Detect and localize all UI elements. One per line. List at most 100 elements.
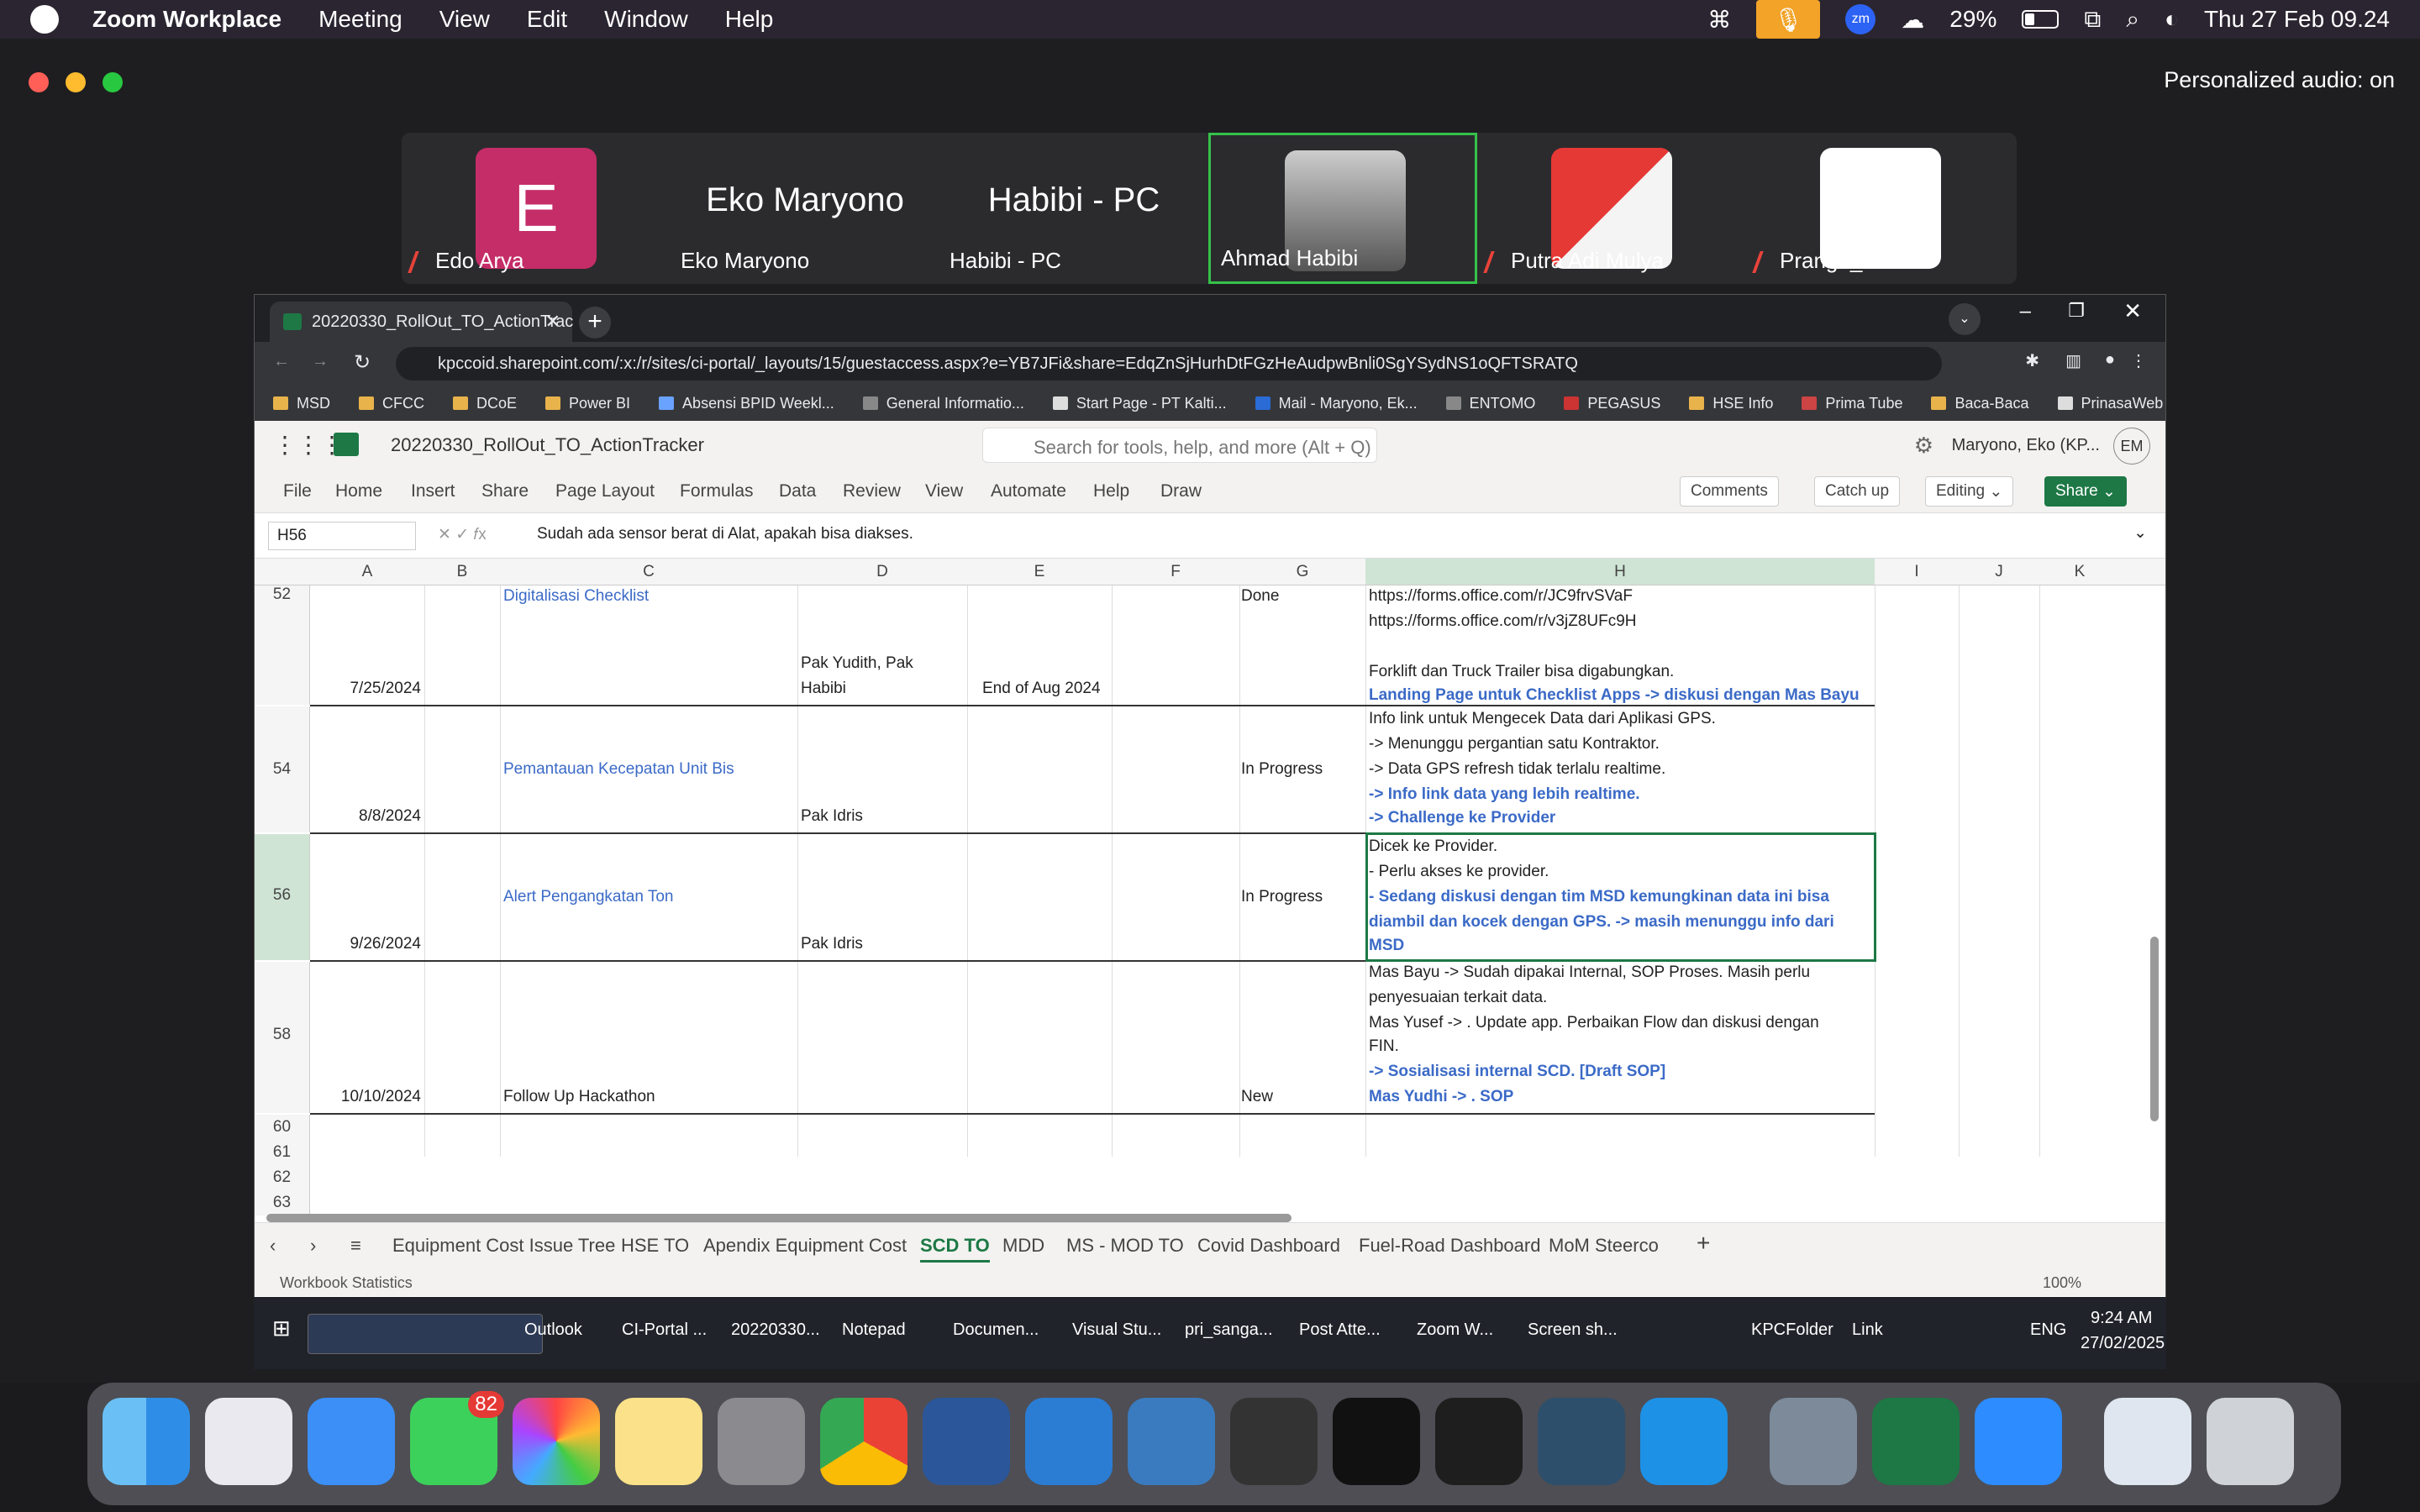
minimize-window-button[interactable] (66, 72, 86, 92)
chrome-icon[interactable] (820, 1398, 908, 1485)
pdf-document-icon[interactable] (2104, 1398, 2191, 1485)
taskbar-item[interactable]: Visual Stu... (1072, 1320, 1161, 1340)
cell-note[interactable]: Landing Page untuk Checklist Apps -> dis… (1369, 683, 1860, 708)
app-icon[interactable] (1333, 1398, 1420, 1485)
row-header[interactable]: 52 (255, 585, 310, 705)
cell-note[interactable]: MSD (1369, 933, 1404, 958)
word-icon[interactable] (923, 1398, 1010, 1485)
apple-icon[interactable] (30, 5, 59, 34)
col-header[interactable]: A (310, 563, 424, 581)
catch-up-button[interactable]: Catch up (1814, 476, 1901, 507)
taskbar-date[interactable]: 27/02/2025 (2081, 1334, 2165, 1353)
horizontal-scrollbar[interactable] (266, 1214, 1292, 1222)
search-icon[interactable]: ⌕ (2126, 6, 2139, 34)
user-name[interactable]: Maryono, Eko (KP... (1952, 436, 2100, 455)
sheet-tab[interactable]: MDD (1002, 1235, 1044, 1257)
taskbar-item[interactable]: 20220330... (731, 1320, 820, 1340)
cell-note[interactable]: -> Challenge ke Provider (1369, 806, 1555, 831)
sheet-tab[interactable]: MS - MOD TO (1066, 1235, 1184, 1257)
taskbar-item[interactable]: pri_sanga... (1185, 1320, 1273, 1340)
cell-note[interactable]: -> Data GPS refresh tidak terlalu realti… (1369, 757, 1665, 782)
cell-title[interactable]: Pemantauan Kecepatan Unit Bis (503, 757, 734, 782)
app-menu[interactable]: Zoom Workplace (92, 6, 281, 33)
tab-search-icon[interactable]: ⌄ (1949, 303, 1981, 335)
notes-icon[interactable] (615, 1398, 702, 1485)
menu-window[interactable]: Window (604, 6, 688, 33)
row-header[interactable]: 58 (255, 962, 310, 1113)
formula-input[interactable]: Sudah ada sensor berat di Alat, apakah b… (537, 525, 913, 543)
col-header[interactable]: K (2039, 563, 2120, 581)
workbook-statistics[interactable]: Workbook Statistics (280, 1274, 413, 1292)
cell-pic[interactable]: Habibi (801, 676, 846, 701)
spreadsheet-grid[interactable]: A B C D E F G H I J K 52 7/25/2024 Digit… (255, 559, 2165, 1222)
taskbar-item[interactable]: Screen sh... (1528, 1320, 1618, 1340)
language-indicator[interactable]: ENG (2030, 1320, 2066, 1340)
cell-status[interactable]: New (1241, 1084, 1273, 1110)
col-header[interactable]: I (1875, 563, 1959, 581)
menu-view[interactable]: View (439, 6, 490, 33)
docker-icon[interactable] (1640, 1398, 1728, 1485)
avatar[interactable]: EM (2113, 428, 2150, 465)
cell-title[interactable]: Alert Pengangkatan Ton (503, 885, 673, 910)
participant-tile[interactable]: Pranga_KPC (1746, 133, 2015, 284)
extensions-icon[interactable]: ✱ (2025, 350, 2039, 371)
cell-note[interactable]: https://forms.office.com/r/JC9frvSVaF (1369, 584, 1633, 609)
cell-note[interactable]: https://forms.office.com/r/v3jZ8UFc9H (1369, 609, 1637, 634)
cell-note[interactable]: penyesuaian terkait data. (1369, 985, 1547, 1011)
vertical-scrollbar[interactable] (2150, 937, 2159, 1121)
cell-note[interactable]: Mas Yudhi -> . SOP (1369, 1084, 1513, 1110)
file-name[interactable]: 20220330_RollOut_TO_ActionTracker (391, 434, 704, 456)
col-header[interactable]: G (1239, 563, 1365, 581)
cell-title[interactable]: Digitalisasi Checklist (503, 584, 649, 609)
sheet-tab-active[interactable]: SCD TO (920, 1235, 990, 1263)
finder-icon[interactable] (103, 1398, 190, 1485)
browser-tab[interactable]: 20220330_RollOut_TO_ActionTrac ✕ (270, 302, 573, 342)
microphone-icon[interactable]: 🎙 (1756, 0, 1821, 39)
bookmark[interactable]: Baca-Baca (1931, 395, 2029, 412)
cell-note[interactable]: Forklift dan Truck Trailer bisa digabung… (1369, 659, 1674, 685)
screen-mirror-icon[interactable]: ⧉ (2084, 6, 2101, 34)
tray-item[interactable]: Link (1852, 1320, 1883, 1340)
cell-note[interactable]: Dicek ke Provider. (1369, 834, 1497, 859)
zoom-window-button[interactable] (103, 72, 123, 92)
cell-pic[interactable]: Pak Yudith, Pak (801, 651, 913, 676)
menu-help[interactable]: Help (725, 6, 774, 33)
tab-review[interactable]: Review (843, 481, 901, 501)
cyberduck-icon[interactable] (1230, 1398, 1318, 1485)
expand-formula-icon[interactable]: ⌄ (2133, 523, 2147, 543)
bookmark[interactable]: Start Page - PT Kalti... (1052, 395, 1227, 412)
battery-icon[interactable] (2022, 10, 2060, 29)
col-header-selected[interactable]: H (1365, 559, 1875, 585)
back-icon[interactable]: ← (273, 352, 290, 371)
taskbar-item[interactable]: CI-Portal ... (622, 1320, 707, 1340)
col-header[interactable]: J (1959, 563, 2039, 581)
taskbar-item[interactable]: Post Atte... (1299, 1320, 1381, 1340)
cell-due[interactable]: End of Aug 2024 (982, 676, 1101, 701)
participant-tile-active-speaker[interactable]: Ahmad Habibi (1208, 133, 1477, 284)
figma-icon[interactable] (1435, 1398, 1523, 1485)
tab-file[interactable]: File (283, 481, 312, 501)
add-sheet-icon[interactable]: + (1697, 1230, 1710, 1257)
tab-home[interactable]: Home (335, 481, 382, 501)
cell-date[interactable]: 9/26/2024 (313, 932, 421, 957)
datetime[interactable]: Thu 27 Feb 09.24 (2204, 6, 2390, 33)
sheet-tab[interactable]: Covid Dashboard (1197, 1235, 1340, 1257)
bookmark[interactable]: CFCC (359, 395, 424, 412)
menu-edit[interactable]: Edit (527, 6, 567, 33)
control-center-icon[interactable]: ◐ (2165, 6, 2179, 33)
cell-title[interactable]: Follow Up Hackathon (503, 1084, 655, 1110)
taskbar-item[interactable]: Zoom W... (1417, 1320, 1493, 1340)
bookmark[interactable]: Absensi BPID Weekl... (659, 395, 834, 412)
trash-icon[interactable] (2207, 1398, 2294, 1485)
cell-note[interactable]: -> Menunggu pergantian satu Kontraktor. (1369, 732, 1660, 757)
close-browser-icon[interactable]: ✕ (2123, 298, 2142, 324)
tab-draw[interactable]: Draw (1160, 481, 1202, 501)
cell-note[interactable]: diambil dan kocek dengan GPS. -> masih m… (1369, 910, 1834, 935)
mysql-workbench-icon[interactable] (1538, 1398, 1625, 1485)
tab-formulas[interactable]: Formulas (680, 481, 754, 501)
menu-meeting[interactable]: Meeting (318, 6, 402, 33)
close-window-button[interactable] (29, 72, 49, 92)
cell-date[interactable]: 7/25/2024 (313, 676, 421, 701)
cell-note[interactable]: Mas Yusef -> . Update app. Perbaikan Flo… (1369, 1011, 1819, 1036)
col-header[interactable]: D (797, 563, 967, 581)
